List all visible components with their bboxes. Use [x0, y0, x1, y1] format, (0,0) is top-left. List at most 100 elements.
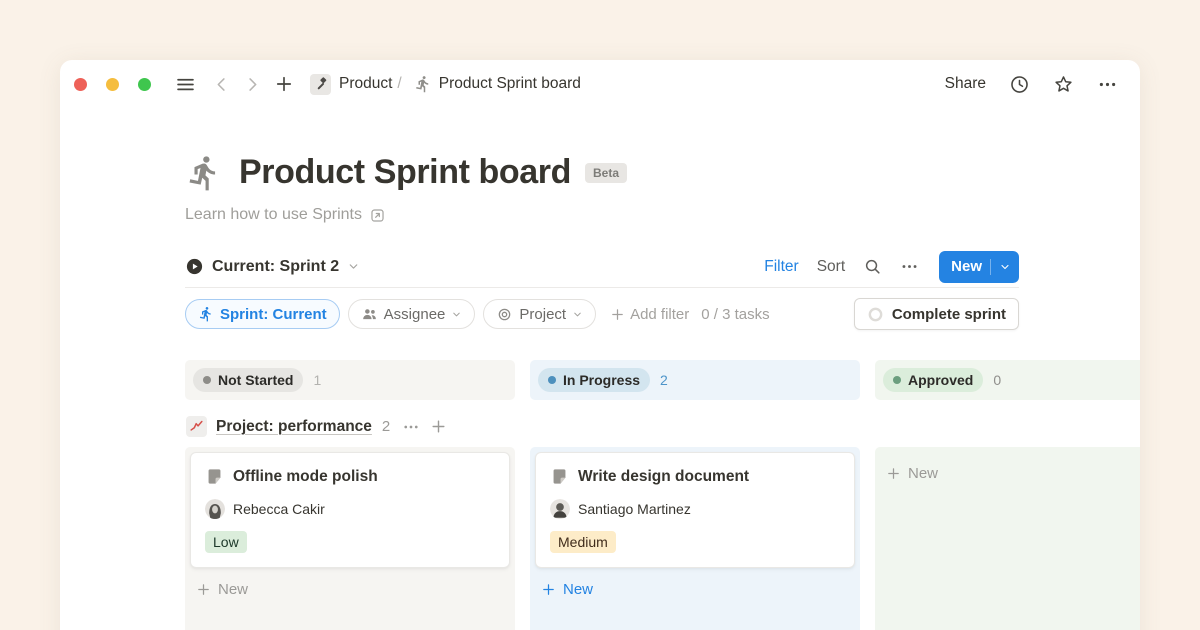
- add-filter-button[interactable]: Add filter: [610, 306, 689, 323]
- assignee-name: Santiago Martinez: [578, 501, 691, 517]
- traffic-lights: [74, 78, 151, 91]
- complete-sprint-label: Complete sprint: [892, 306, 1006, 323]
- breadcrumb-teamspace[interactable]: Product /: [310, 74, 406, 95]
- complete-sprint-button[interactable]: Complete sprint: [854, 298, 1019, 330]
- play-circle-icon: [185, 257, 204, 276]
- column-header-approved[interactable]: Approved 0: [875, 360, 1140, 400]
- group-title[interactable]: Project: performance: [216, 418, 372, 436]
- page-title: Product Sprint board: [239, 153, 571, 192]
- group-add-icon[interactable]: [430, 418, 447, 435]
- column-not-started: Offline mode polish Rebecca Cakir Low Ne…: [185, 447, 515, 630]
- filter-bar: Sprint: Current Assignee Project Add fil…: [185, 298, 1019, 330]
- runner-icon: [198, 306, 214, 322]
- add-card-button[interactable]: New: [535, 572, 855, 607]
- help-link[interactable]: Learn how to use Sprints: [185, 206, 1140, 224]
- updates-clock-icon[interactable]: [1009, 74, 1030, 95]
- priority-tag-low: Low: [205, 531, 247, 553]
- page-file-icon: [550, 467, 569, 486]
- new-page-icon[interactable]: [274, 74, 294, 94]
- status-pill-in-progress[interactable]: In Progress: [538, 368, 650, 392]
- add-card-button[interactable]: New: [880, 456, 1140, 491]
- plus-icon: [541, 582, 556, 597]
- breadcrumb-teamspace-label: Product: [339, 75, 392, 93]
- card-title: Write design document: [578, 468, 749, 486]
- beta-badge: Beta: [585, 163, 627, 183]
- status-label: In Progress: [563, 372, 640, 388]
- add-filter-label: Add filter: [630, 306, 689, 323]
- breadcrumb-separator: /: [397, 75, 401, 93]
- add-card-label: New: [908, 465, 938, 482]
- new-button-divider: [990, 259, 991, 275]
- nav-forward-icon[interactable]: [243, 75, 262, 94]
- status-pill-approved[interactable]: Approved: [883, 368, 983, 392]
- chevron-down-icon[interactable]: [999, 261, 1011, 273]
- sprint-selector-label: Current: Sprint 2: [212, 258, 339, 276]
- column-approved: New: [875, 447, 1140, 630]
- filter-button[interactable]: Filter: [764, 258, 798, 276]
- assignee-name: Rebecca Cakir: [233, 501, 325, 517]
- breadcrumb-page[interactable]: Product Sprint board: [414, 75, 581, 93]
- search-icon[interactable]: [863, 257, 882, 276]
- runner-page-icon[interactable]: [185, 154, 223, 192]
- chevron-down-icon: [347, 260, 360, 273]
- window-topbar: Product / Product Sprint board Share: [60, 60, 1140, 108]
- zoom-window-button[interactable]: [138, 78, 151, 91]
- add-card-label: New: [563, 581, 593, 598]
- minimize-window-button[interactable]: [106, 78, 119, 91]
- group-count: 2: [382, 418, 390, 435]
- status-label: Approved: [908, 372, 973, 388]
- target-icon: [496, 306, 513, 323]
- more-options-icon[interactable]: [1097, 74, 1118, 95]
- view-toolbar: Current: Sprint 2 Filter Sort New: [185, 246, 1019, 288]
- filter-chip-project-label: Project: [519, 306, 566, 323]
- sort-button[interactable]: Sort: [817, 258, 845, 276]
- sprint-selector[interactable]: Current: Sprint 2: [185, 257, 360, 276]
- card-title: Offline mode polish: [233, 468, 378, 486]
- runner-icon: [414, 75, 432, 93]
- add-card-label: New: [218, 581, 248, 598]
- status-dot-blue: [548, 376, 556, 384]
- hammer-icon: [310, 74, 331, 95]
- task-card-write-design-document[interactable]: Write design document Santiago Martinez …: [535, 452, 855, 568]
- app-window: Product / Product Sprint board Share Pro…: [60, 60, 1140, 630]
- line-chart-icon: [186, 416, 207, 437]
- plus-icon: [610, 307, 625, 322]
- favorite-star-icon[interactable]: [1053, 74, 1074, 95]
- page-header: Product Sprint board Beta: [185, 153, 1140, 192]
- share-button[interactable]: Share: [945, 75, 986, 93]
- avatar-santiago: [550, 499, 570, 519]
- filter-chip-assignee-label: Assignee: [384, 306, 446, 323]
- sidebar-menu-icon[interactable]: [175, 74, 196, 95]
- column-count: 1: [313, 372, 321, 388]
- plus-icon: [886, 466, 901, 481]
- kanban-board: Not Started 1 In Progress 2 Approved 0: [185, 360, 1140, 630]
- status-pill-not-started[interactable]: Not Started: [193, 368, 303, 392]
- column-in-progress: Write design document Santiago Martinez …: [530, 447, 860, 630]
- column-count: 0: [993, 372, 1001, 388]
- chevron-down-icon: [451, 309, 462, 320]
- breadcrumb-page-label: Product Sprint board: [439, 75, 581, 93]
- page-file-icon: [205, 467, 224, 486]
- filter-chip-sprint[interactable]: Sprint: Current: [185, 299, 340, 329]
- group-more-icon[interactable]: [402, 418, 420, 436]
- close-window-button[interactable]: [74, 78, 87, 91]
- tasks-count: 0 / 3 tasks: [701, 306, 769, 323]
- new-button[interactable]: New: [939, 251, 1019, 283]
- column-header-in-progress[interactable]: In Progress 2: [530, 360, 860, 400]
- filter-chip-assignee[interactable]: Assignee: [348, 299, 476, 329]
- status-label: Not Started: [218, 372, 293, 388]
- status-dot-gray: [203, 376, 211, 384]
- progress-ring-icon: [867, 306, 884, 323]
- add-card-button[interactable]: New: [190, 572, 510, 607]
- board-column-bodies: Offline mode polish Rebecca Cakir Low Ne…: [185, 447, 1140, 630]
- avatar-rebecca: [205, 499, 225, 519]
- column-header-not-started[interactable]: Not Started 1: [185, 360, 515, 400]
- filter-chip-sprint-label: Sprint: Current: [220, 306, 327, 323]
- view-options-icon[interactable]: [900, 257, 919, 276]
- column-count: 2: [660, 372, 668, 388]
- task-card-offline-mode-polish[interactable]: Offline mode polish Rebecca Cakir Low: [190, 452, 510, 568]
- nav-back-icon[interactable]: [212, 75, 231, 94]
- filter-chip-project[interactable]: Project: [483, 299, 596, 329]
- chevron-down-icon: [572, 309, 583, 320]
- new-button-label: New: [951, 258, 982, 275]
